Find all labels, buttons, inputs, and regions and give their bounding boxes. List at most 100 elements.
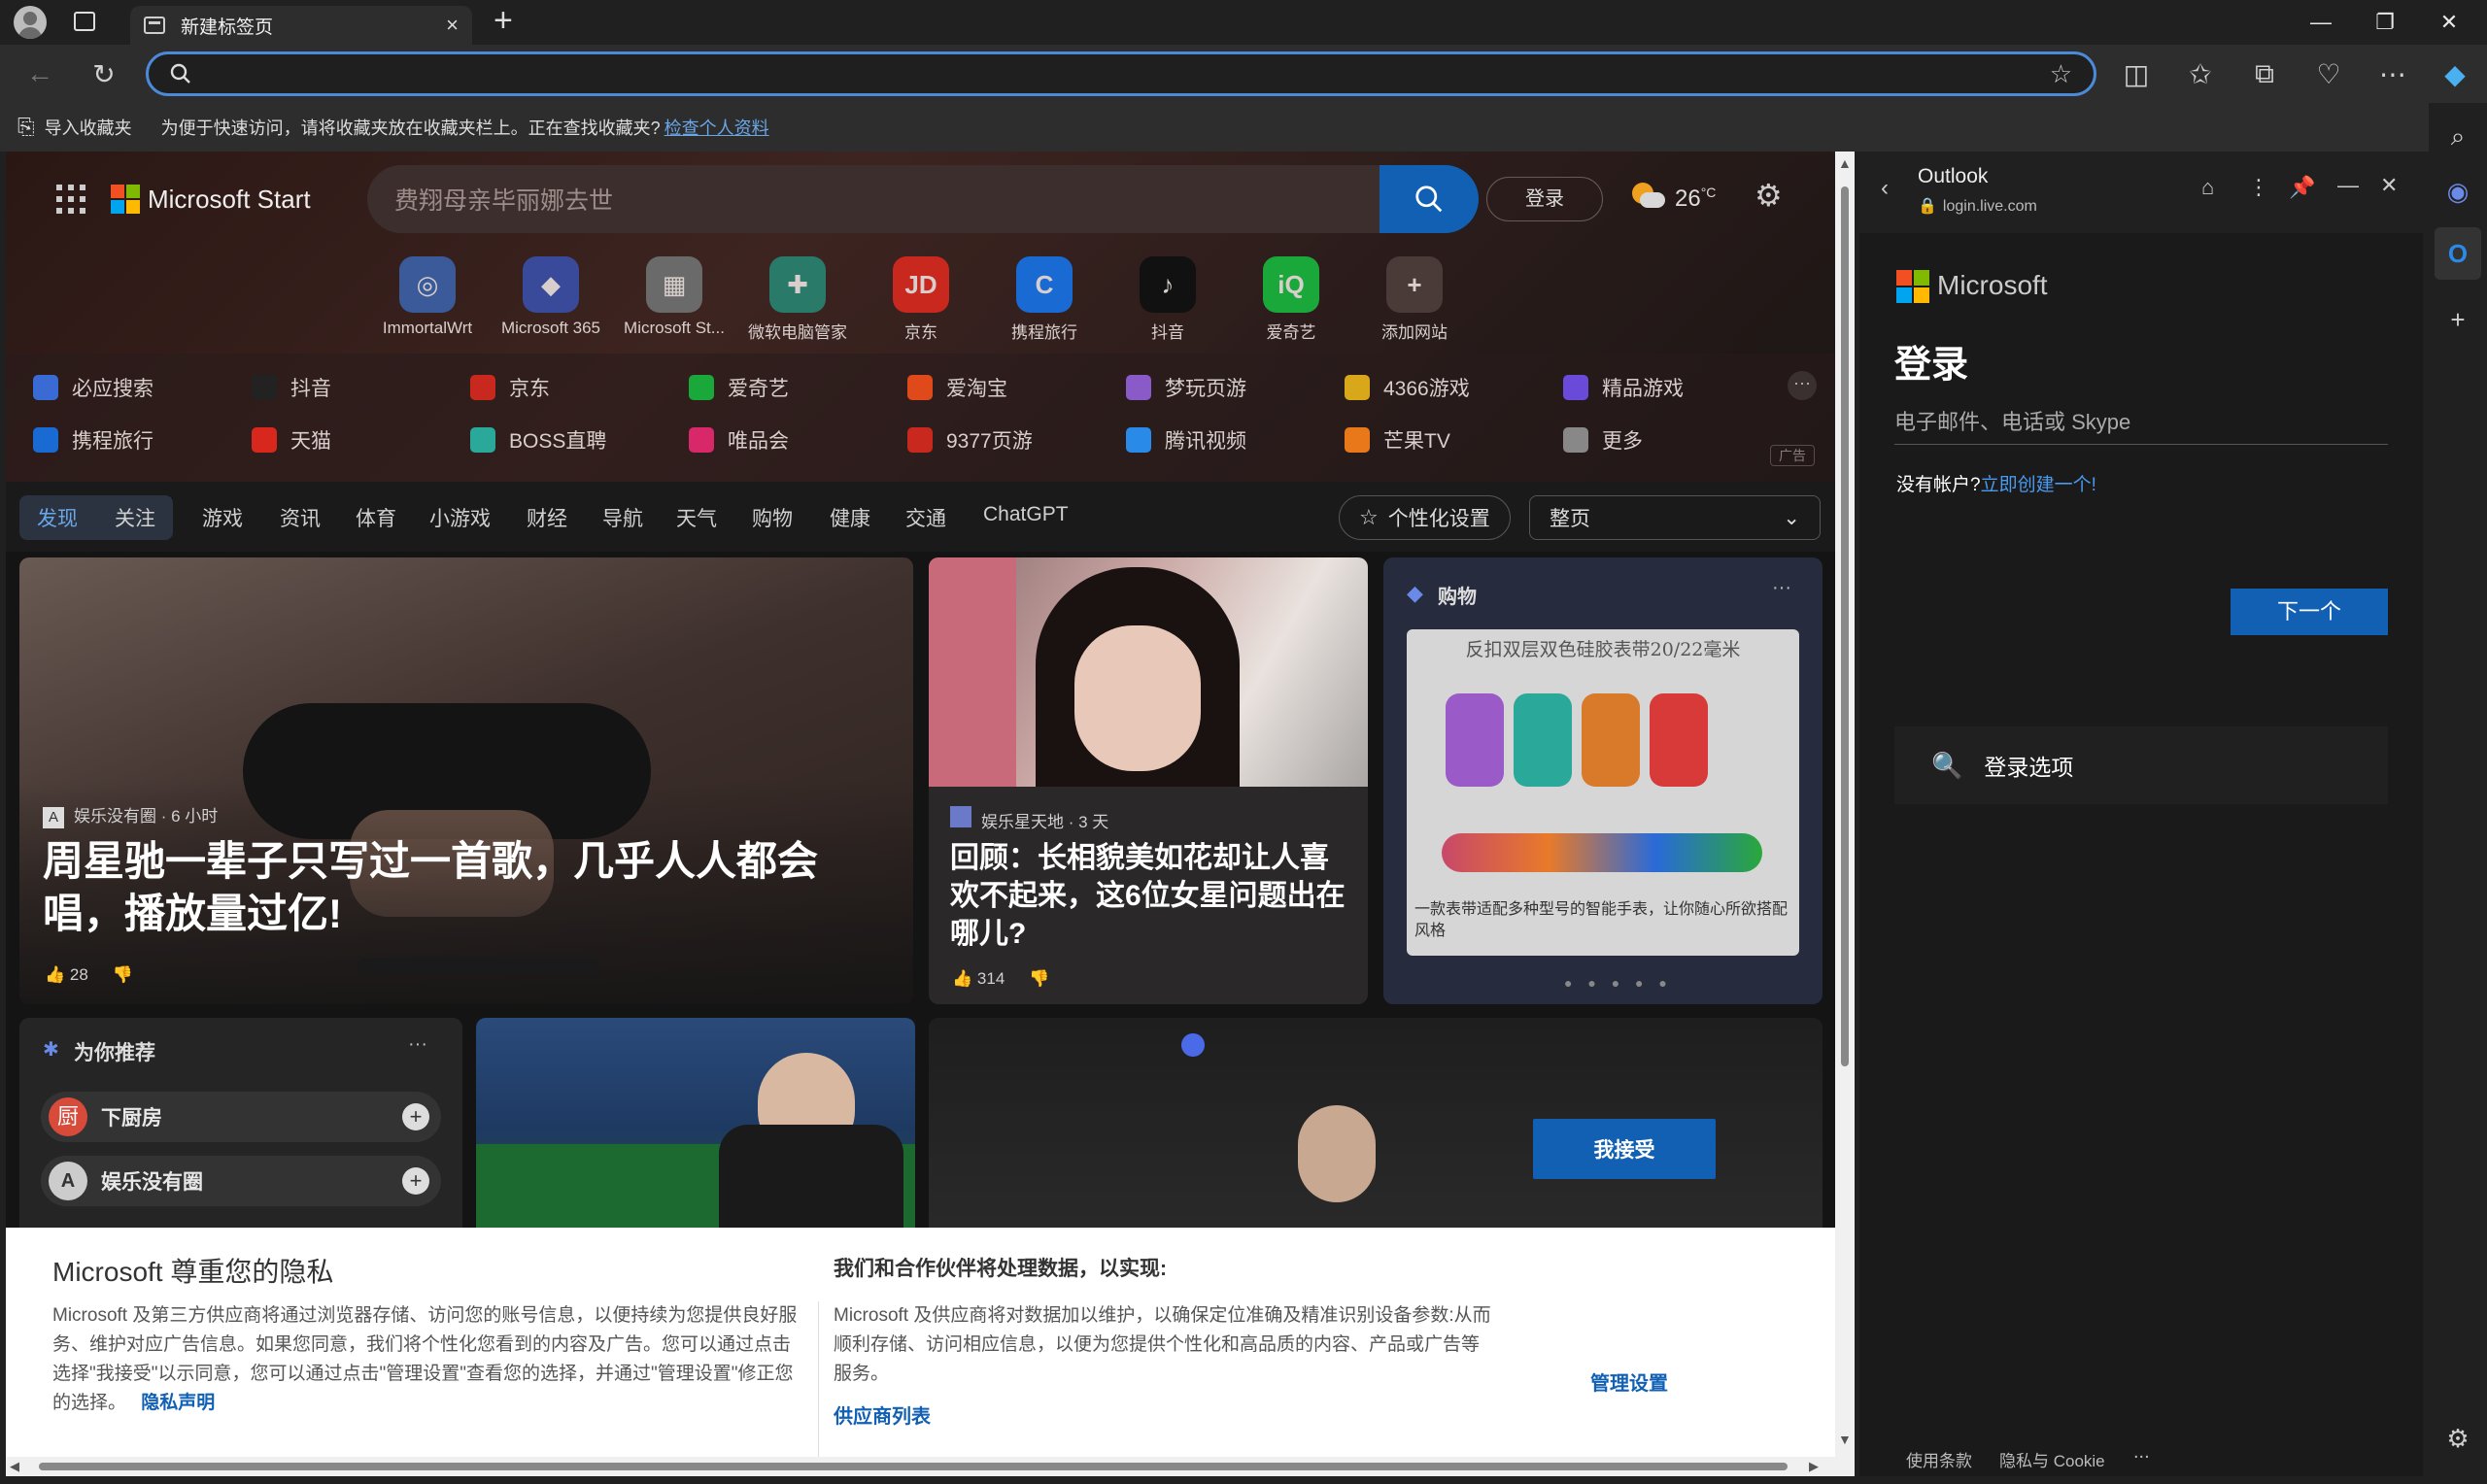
hero-title[interactable]: 周星驰一辈子只写过一首歌，几乎人人都会唱，播放量过亿! (43, 835, 839, 940)
nav-tab[interactable]: 关注 (115, 503, 155, 532)
news-card-2[interactable]: 娱乐星天地 · 3 天 回顾：长相貌美如花却让人喜欢不起来，这6位女星问题出在哪… (929, 557, 1368, 1004)
panel-footer-more[interactable]: ... (2133, 1441, 2150, 1464)
shopping-product-image[interactable]: 反扣双层双色硅胶表带20/22毫米 一款表带适配多种型号的智能手表，让你随心所欲… (1407, 629, 1799, 956)
quicklink-item[interactable]: ♪ 抖音 (1109, 256, 1226, 343)
scroll-down-icon[interactable]: ▼ (1838, 1432, 1852, 1447)
msn-search-button[interactable] (1380, 165, 1479, 233)
profile-avatar[interactable] (14, 6, 47, 39)
nav-tab[interactable]: 发现 (37, 503, 78, 532)
sidebar-settings-icon[interactable]: ⚙ (2429, 1412, 2487, 1465)
scroll-thumb[interactable] (1841, 186, 1849, 1066)
linkgrid-item[interactable]: 更多 (1563, 425, 1643, 455)
weather-icon[interactable] (1630, 181, 1665, 210)
import-favorites-icon[interactable]: ⎘ (17, 115, 35, 140)
more-menu-icon[interactable]: ⋯ (2368, 45, 2417, 103)
linkgrid-item[interactable]: 芒果TV (1345, 425, 1450, 455)
msn-brand[interactable]: Microsoft Start (148, 185, 311, 215)
nav-tab[interactable]: 购物 (752, 503, 793, 532)
linkgrid-item[interactable]: 4366游戏 (1345, 373, 1470, 402)
follow-plus-icon[interactable]: + (402, 1103, 429, 1130)
recommend-item[interactable]: 厨 下厨房 + (41, 1092, 441, 1142)
linkgrid-item[interactable]: 携程旅行 (33, 425, 153, 455)
personalize-button[interactable]: ☆ 个性化设置 (1339, 495, 1511, 540)
collections-icon[interactable]: ⧉ (2240, 45, 2289, 103)
shopping-card[interactable]: ◆ 购物 ··· 反扣双层双色硅胶表带20/22毫米 一款表带适配多种型号的智能… (1383, 557, 1823, 1004)
email-input[interactable]: 电子邮件、电话或 Skype (1894, 400, 2388, 445)
linkgrid-item[interactable]: 爱奇艺 (689, 373, 789, 402)
copilot-icon[interactable]: ◆ (2431, 45, 2479, 103)
sidebar-add-icon[interactable]: + (2429, 293, 2487, 346)
quicklink-item[interactable]: iQ 爱奇艺 (1233, 256, 1349, 343)
recommend-item[interactable]: A 娱乐没有圈 + (41, 1156, 441, 1206)
privacy-statement-link[interactable]: 隐私声明 (141, 1393, 215, 1413)
back-icon[interactable]: ← (16, 45, 64, 103)
restore-button[interactable]: ❐ (2353, 0, 2417, 45)
linkgrid-more-icon[interactable]: ··· (1788, 371, 1817, 400)
nav-tab[interactable]: 小游戏 (429, 503, 491, 532)
linkgrid-item[interactable]: 9377页游 (907, 425, 1033, 455)
signin-options-button[interactable]: 🔍 登录选项 (1894, 726, 2388, 804)
hero-card[interactable]: A 娱乐没有圈 · 6 小时 周星驰一辈子只写过一首歌，几乎人人都会唱，播放量过亿… (19, 557, 913, 1004)
like-icon[interactable]: 👍 (45, 965, 65, 984)
linkgrid-item[interactable]: 梦玩页游 (1126, 373, 1246, 402)
scroll-left-icon[interactable]: ◀ (10, 1459, 19, 1474)
nav-tab[interactable]: 游戏 (202, 503, 243, 532)
address-input[interactable] (207, 62, 1956, 85)
import-favorites-link[interactable]: 导入收藏夹 (45, 115, 132, 140)
news-card-2-likes[interactable]: 👍 314 👎 (952, 969, 1049, 989)
quicklink-item[interactable]: ◎ ImmortalWrt (369, 256, 486, 338)
recommend-more-icon[interactable]: ··· (408, 1033, 427, 1056)
vendor-list-link[interactable]: 供应商列表 (834, 1400, 931, 1429)
quicklink-item[interactable]: C 携程旅行 (986, 256, 1103, 343)
panel-close-icon[interactable]: ✕ (2380, 173, 2398, 198)
panel-back-icon[interactable]: ‹ (1881, 175, 1889, 202)
news-card-2-title[interactable]: 回顾：长相貌美如花却让人喜欢不起来，这6位女星问题出在哪儿? (950, 839, 1348, 953)
linkgrid-item[interactable]: BOSS直聘 (470, 425, 606, 455)
split-screen-icon[interactable]: ◫ (2112, 45, 2161, 103)
new-tab-button[interactable]: + (494, 2, 513, 40)
address-bar[interactable]: ☆ (146, 51, 2096, 96)
check-profile-link[interactable]: 检查个人资料 (664, 115, 769, 140)
linkgrid-item[interactable]: 天猫 (252, 425, 331, 455)
panel-minimize-icon[interactable]: — (2337, 173, 2359, 198)
minimize-button[interactable]: — (2289, 0, 2353, 45)
panel-more-icon[interactable]: ⋮ (2248, 175, 2269, 200)
weather-temp[interactable]: 26°C (1675, 185, 1716, 213)
nav-tab[interactable]: ChatGPT (983, 503, 1069, 526)
msn-settings-icon[interactable]: ⚙ (1755, 177, 1783, 214)
panel-pin-icon[interactable]: 📌 (2289, 175, 2315, 200)
refresh-icon[interactable]: ↻ (80, 45, 128, 103)
panel-home-icon[interactable]: ⌂ (2201, 175, 2214, 200)
manage-settings-link[interactable]: 管理设置 (1556, 1367, 1702, 1396)
nav-tab[interactable]: 交通 (905, 503, 946, 532)
msn-search-box[interactable]: 费翔母亲毕丽娜去世 (367, 165, 1479, 233)
dislike-icon[interactable]: 👎 (113, 965, 133, 984)
accept-button[interactable]: 我接受 (1533, 1119, 1716, 1179)
linkgrid-item[interactable]: 抖音 (252, 373, 331, 402)
create-account-link[interactable]: 立即创建一个! (1981, 475, 2096, 495)
layout-select[interactable]: 整页 ⌄ (1529, 495, 1821, 540)
tab-close-icon[interactable]: × (446, 13, 459, 38)
favorites-icon[interactable]: ✩ (2176, 45, 2225, 103)
snooker-card[interactable] (476, 1018, 915, 1241)
hscroll-thumb[interactable] (39, 1463, 1788, 1470)
sidebar-search-icon[interactable]: ⌕ (2429, 111, 2487, 163)
horizontal-scrollbar[interactable]: ◀ ▶ (6, 1457, 1835, 1476)
nav-tab[interactable]: 资讯 (280, 503, 321, 532)
tab-new-tab[interactable]: 新建标签页 × (130, 6, 472, 45)
sidebar-copilot-icon[interactable]: ◉ (2429, 165, 2487, 218)
browser-essentials-icon[interactable]: ♡ (2304, 45, 2353, 103)
linkgrid-item[interactable]: 爱淘宝 (907, 373, 1007, 402)
msn-search-input[interactable]: 费翔母亲毕丽娜去世 (394, 182, 613, 217)
scroll-right-icon[interactable]: ▶ (1809, 1459, 1819, 1474)
like-icon[interactable]: 👍 (952, 969, 972, 988)
quicklink-item[interactable]: + 添加网站 (1356, 256, 1473, 343)
next-button[interactable]: 下一个 (2231, 589, 2388, 635)
tab-actions-icon[interactable] (74, 12, 95, 31)
terms-link[interactable]: 使用条款 (1906, 1447, 1972, 1471)
shopping-more-icon[interactable]: ··· (1772, 577, 1791, 599)
linkgrid-item[interactable]: 精品游戏 (1563, 373, 1684, 402)
follow-plus-icon[interactable]: + (402, 1167, 429, 1195)
hero-likes[interactable]: 👍 28 👎 (45, 965, 133, 985)
quicklink-item[interactable]: JD 京东 (863, 256, 979, 343)
